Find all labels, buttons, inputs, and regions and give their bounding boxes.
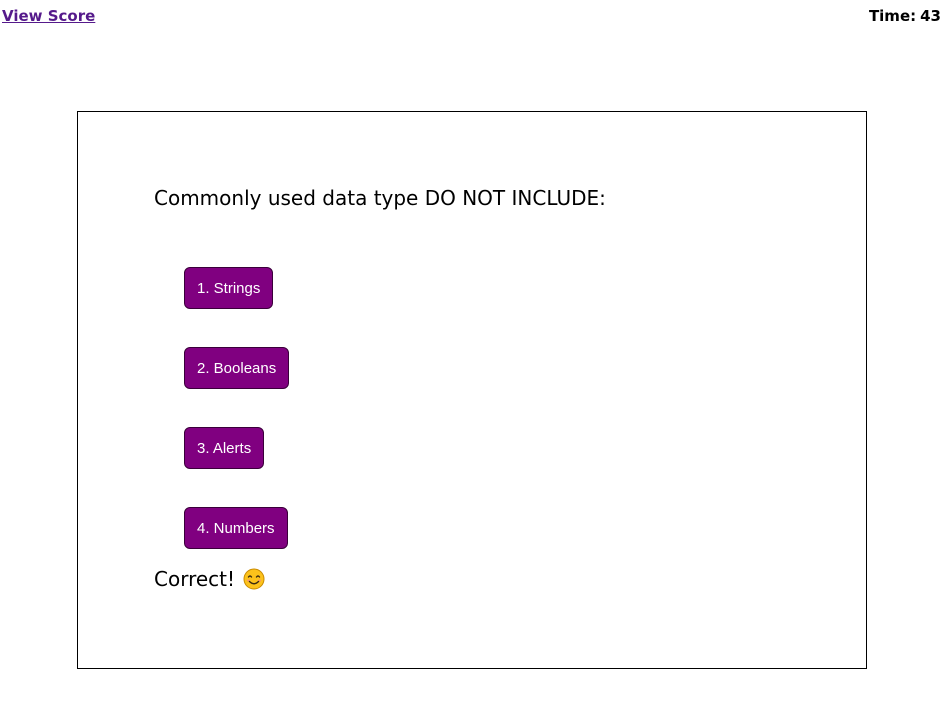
feedback-message: Correct! bbox=[154, 567, 265, 591]
timer: Time: 43 bbox=[869, 7, 941, 25]
answer-list: 1. Strings 2. Booleans 3. Alerts 4. Numb… bbox=[184, 267, 290, 587]
smiling-face-icon bbox=[243, 568, 265, 590]
answer-button-1[interactable]: 1. Strings bbox=[184, 267, 274, 309]
feedback-text: Correct! bbox=[154, 567, 236, 591]
timer-value: 43 bbox=[920, 7, 941, 25]
answer-button-3[interactable]: 3. Alerts bbox=[184, 427, 265, 469]
quiz-card: Commonly used data type DO NOT INCLUDE: … bbox=[77, 111, 867, 669]
answer-button-4[interactable]: 4. Numbers bbox=[184, 507, 288, 549]
header-bar: View Score Time: 43 bbox=[0, 0, 945, 34]
question-text: Commonly used data type DO NOT INCLUDE: bbox=[154, 186, 606, 210]
timer-label: Time: bbox=[868, 7, 917, 25]
answer-button-2[interactable]: 2. Booleans bbox=[184, 347, 290, 389]
view-score-link[interactable]: View Score bbox=[2, 7, 95, 25]
